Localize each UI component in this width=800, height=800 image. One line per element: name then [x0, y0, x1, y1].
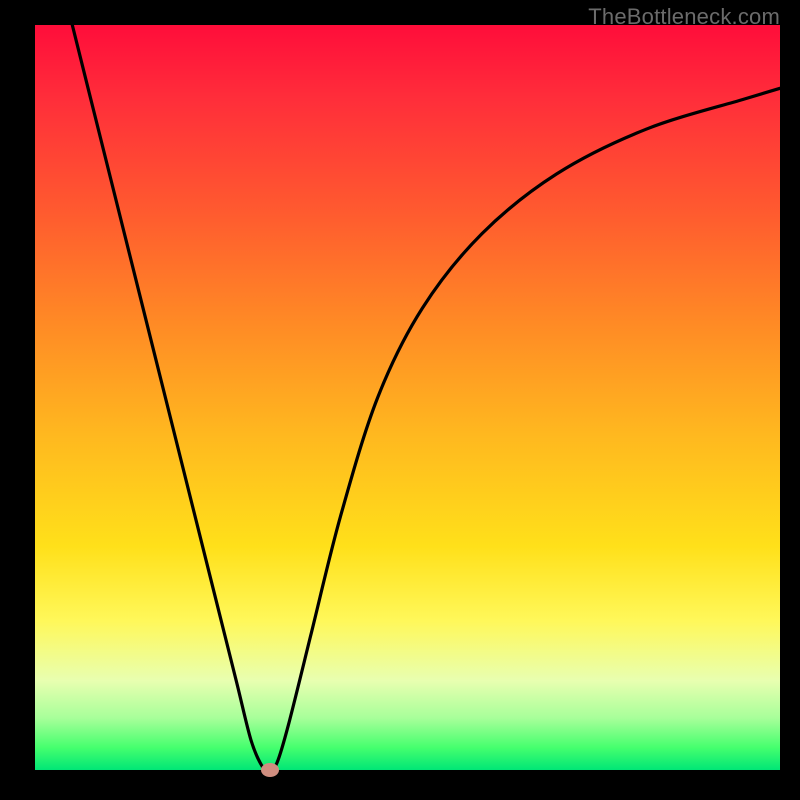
watermark-text: TheBottleneck.com	[588, 4, 780, 30]
plot-area	[35, 25, 780, 770]
chart-frame: TheBottleneck.com	[0, 0, 800, 800]
curve-path	[72, 25, 780, 770]
optimal-point-marker	[261, 763, 279, 777]
bottleneck-curve	[35, 25, 780, 770]
